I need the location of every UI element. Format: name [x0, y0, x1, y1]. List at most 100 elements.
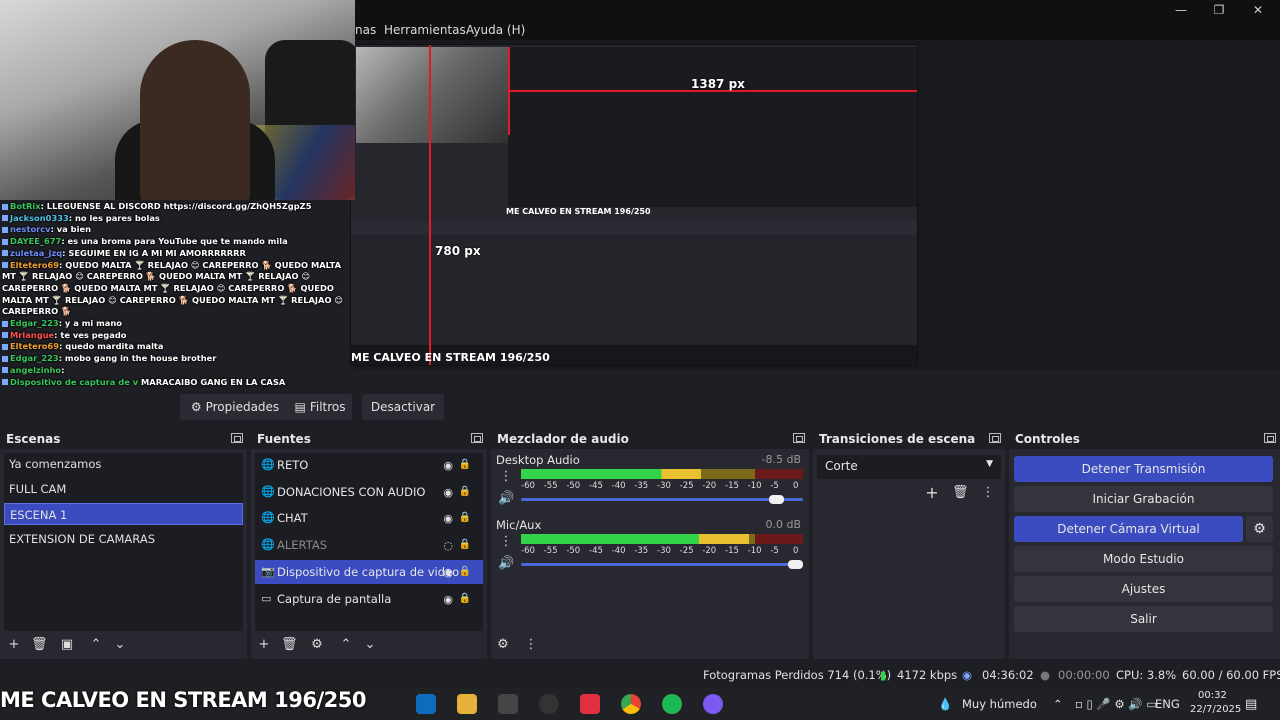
controls-dock: Controles Detener Transmisión Iniciar Gr… [1009, 429, 1280, 659]
tiktok-icon[interactable] [580, 694, 600, 714]
menu-tools[interactable]: Herramientas [384, 23, 466, 37]
lock-icon[interactable]: 🔒 [459, 486, 471, 497]
scene-item[interactable]: ESCENA 1 [4, 503, 243, 525]
chevron-up-icon[interactable]: ⌃ [88, 637, 104, 653]
source-item[interactable]: 🌐 CHAT ◉ 🔒 [255, 506, 483, 530]
chat-username: DAYEE_677 [10, 236, 62, 247]
stop-virtual-cam-button[interactable]: Detener Cámara Virtual [1014, 516, 1243, 542]
eye-icon[interactable]: ◌ [443, 539, 453, 552]
chrome-icon[interactable] [621, 694, 641, 714]
virtual-cam-settings-button[interactable]: ⚙ [1246, 516, 1273, 542]
undock-icon[interactable] [1264, 433, 1276, 443]
chat-text: CAREPERRO 🐕 QUEDO MALTA MT 🍸 RELAJAO 😊 C… [2, 282, 334, 293]
chat-message: Jackson0333: no les pares bolas [2, 213, 160, 225]
gear-icon[interactable]: ⚙ [495, 637, 511, 653]
meter-scale-label: -50 [566, 546, 581, 556]
undock-icon[interactable] [989, 433, 1001, 443]
undock-icon[interactable] [231, 433, 243, 443]
chevron-down-icon[interactable]: ⌄ [112, 637, 128, 653]
trash-icon[interactable]: 🗑 [281, 637, 298, 653]
scene-item[interactable]: FULL CAM [4, 478, 243, 500]
meter-scale-label: 0 [793, 546, 799, 556]
file-explorer-icon[interactable] [457, 694, 477, 714]
minimize-button[interactable]: — [1170, 2, 1192, 18]
lock-icon[interactable]: 🔒 [459, 459, 471, 470]
scene-item[interactable]: EXTENSION DE CAMARAS [4, 528, 243, 550]
gear-icon[interactable]: ⚙ [309, 637, 325, 653]
lock-icon[interactable]: 🔒 [459, 566, 471, 577]
speaker-icon[interactable]: 🔊 [498, 491, 514, 507]
signal-icon: ▮ [880, 668, 887, 682]
chevron-up-icon[interactable]: ⌃ [1053, 697, 1063, 711]
globe-icon: 🌐 [261, 511, 275, 525]
volume-slider[interactable] [521, 563, 803, 566]
volume-knob[interactable] [788, 560, 803, 569]
source-item[interactable]: 🌐 DONACIONES CON AUDIO ◉ 🔒 [255, 480, 483, 504]
store-icon[interactable] [498, 694, 518, 714]
eye-icon[interactable]: ◉ [443, 512, 453, 525]
eye-icon[interactable]: ◉ [443, 566, 453, 579]
add-icon[interactable]: + [256, 637, 272, 653]
start-recording-button[interactable]: Iniciar Grabación [1014, 486, 1273, 512]
preview-canvas[interactable]: ME CALVEO EN STREAM 196/250 1387 px 780 … [350, 44, 918, 366]
obs-icon[interactable] [539, 694, 559, 714]
filter-icon: ▤ [294, 400, 306, 414]
language[interactable]: ENG [1155, 697, 1180, 711]
studio-mode-button[interactable]: Modo Estudio [1014, 546, 1273, 572]
add-icon[interactable]: + [6, 637, 22, 653]
tray-icons[interactable]: ▫ ▯ 🎤 ⚙ 🔊 ▭ [1075, 697, 1157, 711]
undock-icon[interactable] [793, 433, 805, 443]
menu-help[interactable]: Ayuda (H) [466, 23, 525, 37]
add-icon[interactable]: + [924, 485, 940, 501]
kebab-menu-icon[interactable]: ⋮ [980, 485, 996, 501]
volume-slider[interactable] [521, 498, 803, 501]
lock-icon[interactable]: 🔒 [459, 593, 471, 604]
properties-label: Propiedades [205, 400, 280, 414]
speaker-icon[interactable]: 🔊 [498, 556, 514, 572]
trash-icon[interactable]: 🗑 [31, 637, 48, 653]
lock-icon[interactable]: 🔒 [459, 512, 471, 523]
filter-icon[interactable]: ▣ [59, 637, 75, 653]
chat-text: : va bien [50, 224, 91, 235]
kebab-menu-icon[interactable]: ⋮ [523, 637, 539, 653]
clock-time[interactable]: 00:32 [1198, 690, 1227, 701]
properties-button[interactable]: ⚙ Propiedades [180, 394, 290, 420]
scene-item[interactable]: Ya comenzamos [4, 453, 243, 475]
stream-icon: ◉ [962, 668, 973, 682]
outlook-icon[interactable] [416, 694, 436, 714]
source-item[interactable]: 🌐 ALERTAS ◌ 🔒 [255, 533, 483, 557]
trash-icon[interactable]: 🗑 [952, 485, 969, 501]
undock-icon[interactable] [471, 433, 483, 443]
notification-icon[interactable]: ▤ [1245, 697, 1257, 712]
source-item[interactable]: ▭ Captura de pantalla ◉ 🔒 [255, 587, 483, 611]
spotify-icon[interactable] [662, 694, 682, 714]
eye-icon[interactable]: ◉ [443, 486, 453, 499]
transition-select[interactable]: Corte ▼ [817, 455, 1001, 479]
badge-icon [2, 367, 8, 374]
preview-banner: ME CALVEO EN STREAM 196/250 [351, 351, 550, 364]
filters-button[interactable]: ▤ Filtros [288, 394, 352, 420]
source-item[interactable]: 🌐 RETO ◉ 🔒 [255, 453, 483, 477]
discord-icon[interactable] [703, 694, 723, 714]
weather-text[interactable]: Muy húmedo [962, 697, 1037, 711]
menu-partial[interactable]: nas [355, 23, 376, 37]
chevron-down-icon[interactable]: ⌄ [362, 637, 378, 653]
volume-knob[interactable] [769, 495, 785, 504]
settings-button[interactable]: Ajustes [1014, 576, 1273, 602]
chat-text: : y a mi mano [58, 318, 122, 328]
chevron-up-icon[interactable]: ⌃ [338, 637, 354, 653]
stop-stream-button[interactable]: Detener Transmisión [1014, 456, 1273, 482]
kebab-menu-icon[interactable]: ⋮ [498, 534, 514, 550]
level-meter [521, 469, 803, 479]
source-item[interactable]: 📷 Dispositivo de captura de video ◉ 🔒 [255, 559, 483, 584]
kebab-menu-icon[interactable]: ⋮ [498, 469, 514, 485]
eye-icon[interactable]: ◉ [443, 593, 453, 606]
exit-button[interactable]: Salir [1014, 606, 1273, 632]
deactivate-button[interactable]: Desactivar [362, 394, 444, 420]
maximize-button[interactable]: ❐ [1208, 2, 1230, 18]
lock-icon[interactable]: 🔒 [459, 539, 471, 550]
eye-icon[interactable]: ◉ [443, 459, 453, 472]
badge-icon [2, 332, 8, 339]
close-button[interactable]: ✕ [1247, 2, 1269, 18]
clock-date[interactable]: 22/7/2025 [1190, 704, 1241, 715]
